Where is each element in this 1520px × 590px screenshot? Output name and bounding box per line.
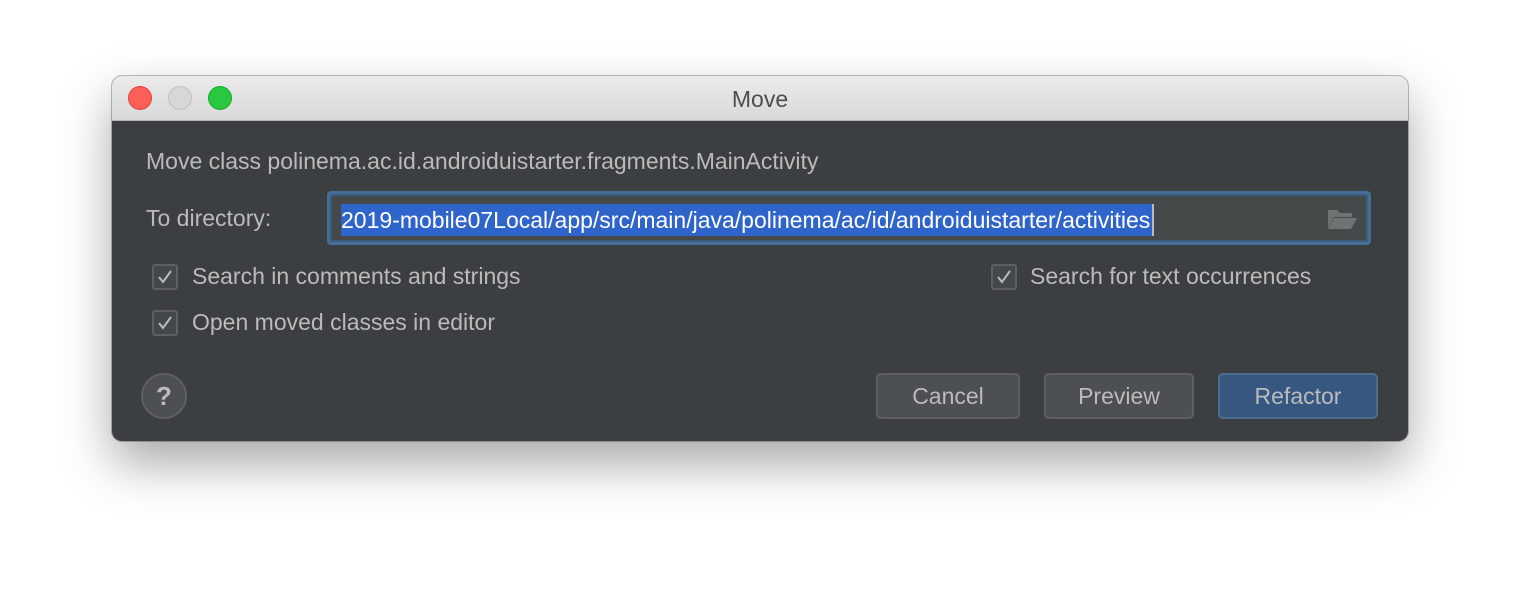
preview-button[interactable]: Preview (1044, 373, 1194, 419)
title-bar: Move (112, 76, 1408, 121)
refactor-button[interactable]: Refactor (1218, 373, 1378, 419)
directory-label: To directory: (146, 205, 272, 231)
search-text-occurrences-label[interactable]: Search for text occurrences (1030, 263, 1311, 290)
directory-input[interactable]: 2019-mobile07Local/app/src/main/java/pol… (327, 191, 1371, 245)
search-text-occurrences-checkbox[interactable] (991, 264, 1017, 290)
directory-input-value: 2019-mobile07Local/app/src/main/java/pol… (341, 204, 1155, 236)
open-moved-classes-label[interactable]: Open moved classes in editor (192, 309, 495, 336)
cancel-button[interactable]: Cancel (876, 373, 1020, 419)
checkmark-icon (997, 270, 1011, 284)
search-comments-checkbox[interactable] (152, 264, 178, 290)
move-description: Move class polinema.ac.id.androiduistart… (146, 148, 819, 174)
checkmark-icon (158, 316, 172, 330)
folder-icon[interactable] (1326, 206, 1358, 232)
search-comments-label[interactable]: Search in comments and strings (192, 263, 521, 290)
checkmark-icon (158, 270, 172, 284)
window-title: Move (731, 86, 789, 112)
open-moved-classes-checkbox[interactable] (152, 310, 178, 336)
help-button[interactable]: ? (141, 373, 187, 419)
move-dialog: Move Move class polinema.ac.id.androidui… (112, 76, 1408, 441)
